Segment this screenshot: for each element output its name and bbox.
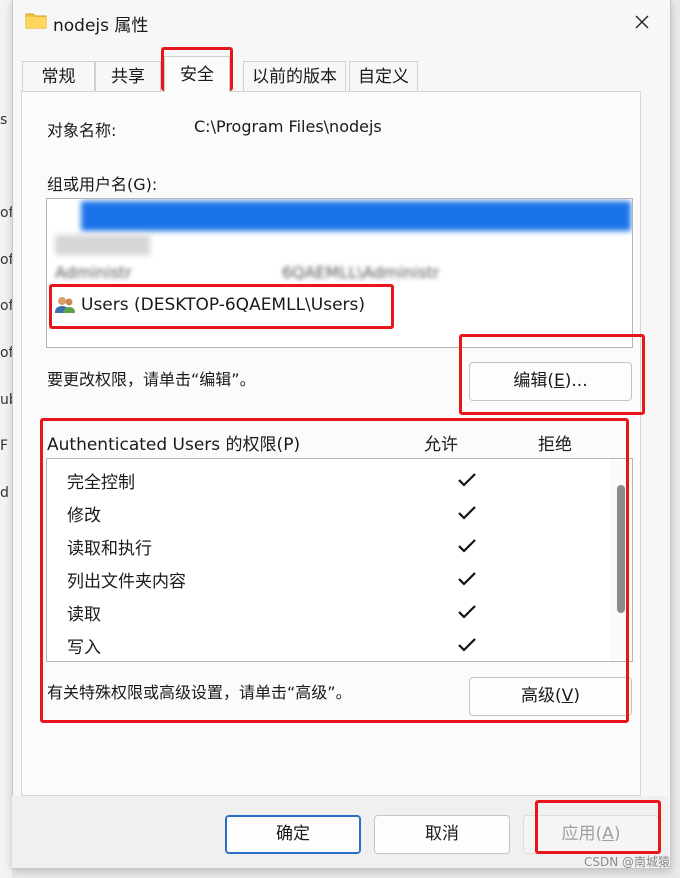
advanced-hint: 有关特殊权限或高级设置，请单击“高级”。: [47, 683, 352, 702]
check-icon: [458, 605, 476, 619]
permission-name: 读取和执行: [67, 539, 152, 559]
edit-hint: 要更改权限，请单击“编辑”。: [47, 370, 256, 389]
folder-icon: [25, 13, 47, 29]
tab-security[interactable]: 安全: [164, 56, 230, 92]
redacted-user: [55, 235, 150, 255]
scrollbar-thumb[interactable]: [617, 485, 625, 613]
background-text: F: [0, 438, 9, 454]
permission-row: 读取和执行: [67, 534, 476, 560]
partial-user-row[interactable]: Administr 6QAEMLL\Administr: [55, 263, 439, 282]
object-name-value: C:\Program Files\nodejs: [194, 117, 382, 136]
user-row-users[interactable]: Users (DESKTOP-6QAEMLL\Users): [55, 293, 365, 317]
permission-row: 修改: [67, 501, 476, 527]
selected-user-row-redacted[interactable]: [81, 201, 631, 231]
permission-name: 完全控制: [67, 473, 135, 493]
check-icon: [458, 506, 476, 520]
allow-column-header: 允许: [424, 435, 458, 455]
close-button[interactable]: [624, 6, 660, 38]
check-icon: [458, 638, 476, 652]
permission-row: 读取: [67, 600, 476, 626]
close-icon: [635, 15, 649, 29]
permission-name: 修改: [67, 506, 101, 526]
background-text: d: [0, 485, 9, 501]
permission-row: 完全控制: [67, 468, 476, 494]
edit-button[interactable]: 编辑(E)...: [469, 362, 632, 401]
watermark: CSDN @南城猿: [583, 855, 670, 869]
tab-sharing[interactable]: 共享: [95, 61, 161, 91]
permission-name: 读取: [67, 605, 101, 625]
permission-row: 写入: [67, 633, 476, 659]
advanced-button[interactable]: 高级(V): [469, 677, 632, 716]
check-icon: [458, 539, 476, 553]
cancel-button[interactable]: 取消: [374, 815, 510, 854]
title-bar: nodejs 属性: [13, 0, 670, 44]
window-title: nodejs 属性: [53, 16, 149, 36]
permissions-scrollbar[interactable]: [610, 459, 632, 661]
check-icon: [458, 473, 476, 487]
ok-button[interactable]: 确定: [225, 815, 361, 854]
apply-button[interactable]: 应用(A): [523, 815, 659, 854]
tab-general[interactable]: 常规: [22, 61, 95, 91]
background-text: s: [0, 112, 8, 128]
permissions-header: Authenticated Users 的权限(P): [47, 435, 301, 455]
user-list[interactable]: Administr 6QAEMLL\Administr Users (DESKT…: [46, 198, 633, 348]
groups-label: 组或用户名(G):: [47, 175, 158, 194]
permission-name: 写入: [67, 638, 101, 658]
deny-column-header: 拒绝: [538, 435, 572, 455]
tab-customize[interactable]: 自定义: [349, 61, 418, 91]
tab-previous-versions[interactable]: 以前的版本: [243, 61, 346, 91]
object-name-label: 对象名称:: [47, 121, 117, 140]
check-icon: [458, 572, 476, 586]
user-name: Users (DESKTOP-6QAEMLL\Users): [81, 295, 366, 315]
permission-row: 列出文件夹内容: [67, 567, 476, 593]
users-group-icon: [55, 297, 75, 313]
permission-name: 列出文件夹内容: [67, 572, 186, 592]
permissions-list[interactable]: 完全控制 修改 读取和执行 列出文件夹内容 读取 写入: [46, 458, 633, 662]
